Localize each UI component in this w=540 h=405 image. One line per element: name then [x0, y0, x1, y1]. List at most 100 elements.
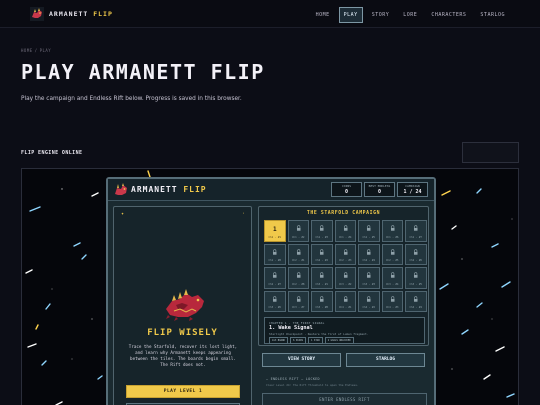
level-label: Ch2 · #3 — [339, 259, 352, 262]
breadcrumb: HOME / PLAY — [21, 48, 51, 53]
lock-icon — [296, 295, 301, 302]
main-nav: HOME PLAY STORY LORE CHARACTERS STARLOG — [311, 7, 510, 23]
lock-icon — [272, 248, 277, 255]
fullscreen-button[interactable] — [462, 142, 519, 163]
level-tile[interactable]: Ch1 · #7 — [405, 220, 427, 242]
level-tile[interactable]: Ch1 · #5 — [358, 220, 380, 242]
best-endless-stat: BEST ENDLESS 0 — [364, 182, 395, 197]
level-tile[interactable]: Ch2 · #1 — [287, 243, 309, 265]
level-label: Ch3 · #7 — [292, 306, 305, 309]
lock-icon — [319, 225, 324, 231]
mission-card: CHAPTER 1 · THE FIRST SIGNAL 1. Wake Sig… — [264, 317, 425, 344]
brand-name: ARMANETT FLIP — [49, 10, 113, 18]
level-label: Ch1 · #1 — [268, 235, 282, 239]
level-label: Ch2 · #1 — [292, 259, 305, 262]
level-tile[interactable]: Ch3 · #3 — [358, 267, 380, 289]
lock-icon — [390, 248, 395, 255]
nav-home[interactable]: HOME — [311, 7, 335, 23]
lock-icon — [272, 272, 277, 278]
lock-icon — [296, 225, 301, 231]
intro-title: FLIP WISELY — [147, 328, 218, 338]
level-tile[interactable]: Ch2 · #4 — [358, 243, 380, 265]
top-nav-bar: ARMANETT FLIP HOME PLAY STORY LORE CHARA… — [0, 0, 540, 28]
engine-status: FLIP ENGINE ONLINE — [21, 150, 83, 156]
lock-icon — [296, 272, 301, 278]
level-tile[interactable]: Ch3 · #7 — [287, 290, 309, 312]
level-label: Ch4 · #4 — [409, 306, 423, 309]
dragon-logo-icon — [115, 183, 127, 195]
level-tile[interactable]: Ch1 · #6 — [381, 220, 403, 242]
brand[interactable]: ARMANETT FLIP — [30, 7, 113, 21]
endless-rift-status: — ENDLESS RIFT — LOCKED — [266, 377, 320, 381]
nav-play[interactable]: PLAY — [338, 7, 363, 23]
campaign-title: THE STARFOLD CAMPAIGN — [306, 211, 381, 216]
page-title: PLAY ARMANETT FLIP — [21, 60, 265, 84]
level-label: Ch3 · #6 — [268, 306, 282, 309]
level-tile[interactable]: Ch3 · #6 — [264, 290, 286, 312]
lock-icon — [413, 248, 418, 255]
mission-tag: 6 PAIRS — [289, 337, 307, 344]
view-story-button[interactable]: VIEW STORY — [262, 353, 341, 367]
level-label: Ch2 · #8 — [292, 282, 305, 286]
mission-description: Starlight Checkpoint · Restore the first… — [269, 332, 369, 336]
sparkle-icon: ✦ — [121, 211, 125, 217]
level-tile[interactable]: Ch1 · #8 — [264, 243, 286, 265]
lock-icon — [319, 272, 324, 278]
lock-icon — [413, 225, 418, 231]
mission-title: 1. Wake Signal — [269, 325, 313, 331]
level-label: Ch3 · #2 — [339, 282, 352, 286]
game-window: ARMANETT FLIP COINS 0 BEST ENDLESS 0 CAM… — [106, 177, 436, 405]
nav-lore[interactable]: LORE — [398, 7, 422, 23]
level-tile[interactable]: Ch1 · #2 — [287, 220, 309, 242]
level-tile[interactable]: Ch2 · #2 — [311, 243, 333, 265]
intro-panel: ✦ · FLIP WISELY Trace the Starfold, reco… — [113, 206, 252, 405]
breadcrumb-current: PLAY — [39, 48, 52, 53]
level-tile[interactable]: Ch2 · #6 — [405, 243, 427, 265]
lock-icon — [390, 225, 395, 231]
level-label: Ch4 · #2 — [362, 306, 376, 309]
nav-starlog[interactable]: STARLOG — [475, 7, 510, 23]
level-tile[interactable]: Ch4 · #2 — [358, 290, 380, 312]
nav-characters[interactable]: CHARACTERS — [426, 7, 471, 23]
sparkle-icon: · — [242, 211, 246, 217]
mission-tag: 2 GOALS UNLOCKED — [324, 337, 354, 344]
level-tile[interactable]: Ch1 · #4 — [334, 220, 356, 242]
level-tile[interactable]: Ch3 · #2 — [334, 267, 356, 289]
breadcrumb-separator: / — [34, 48, 38, 53]
lock-icon — [296, 248, 301, 255]
level-tile[interactable]: Ch2 · #5 — [381, 243, 403, 265]
level-tile[interactable]: Ch4 · #4 — [405, 290, 427, 312]
level-tile[interactable]: Ch2 · #8 — [287, 267, 309, 289]
level-tile[interactable]: Ch4 · #1 — [334, 290, 356, 312]
level-tile[interactable]: Ch3 · #4 — [381, 267, 403, 289]
level-label: Ch1 · #7 — [409, 235, 423, 239]
enter-endless-rift-button[interactable]: ENTER ENDLESS RIFT — [262, 393, 427, 405]
starlog-button[interactable]: STARLOG — [346, 353, 425, 367]
level-tile[interactable]: Ch2 · #3 — [334, 243, 356, 265]
level-tile[interactable]: Ch3 · #5 — [405, 267, 427, 289]
lock-icon — [319, 295, 324, 302]
stat-value: 0 — [344, 189, 348, 195]
breadcrumb-home[interactable]: HOME — [21, 48, 33, 53]
level-label: Ch2 · #2 — [315, 259, 329, 262]
level-label: Ch1 · #2 — [292, 235, 305, 239]
nav-story[interactable]: STORY — [367, 7, 395, 23]
level-tile[interactable]: 1 Ch1 · #1 — [264, 220, 286, 242]
level-tile[interactable]: Ch4 · #3 — [381, 290, 403, 312]
level-tile[interactable]: Ch1 · #3 — [311, 220, 333, 242]
level-tile[interactable]: Ch2 · #7 — [264, 267, 286, 289]
campaign-stat: CAMPAIGN 1 / 24 — [397, 182, 428, 197]
level-label: Ch2 · #5 — [386, 259, 399, 262]
lock-icon — [343, 248, 348, 255]
level-label: Ch2 · #4 — [362, 259, 376, 262]
level-label: Ch1 · #3 — [315, 235, 329, 239]
level-tile[interactable]: Ch3 · #1 — [311, 267, 333, 289]
level-label: Ch1 · #5 — [362, 235, 376, 239]
level-label: Ch3 · #1 — [315, 282, 329, 286]
page-subtitle: Play the campaign and Endless Rift below… — [21, 96, 242, 102]
play-level-button[interactable]: PLAY LEVEL 1 — [126, 385, 240, 398]
level-tile[interactable]: Ch3 · #8 — [311, 290, 333, 312]
level-label: Ch4 · #3 — [386, 306, 399, 309]
lock-icon — [272, 295, 277, 302]
lock-icon — [366, 272, 371, 278]
